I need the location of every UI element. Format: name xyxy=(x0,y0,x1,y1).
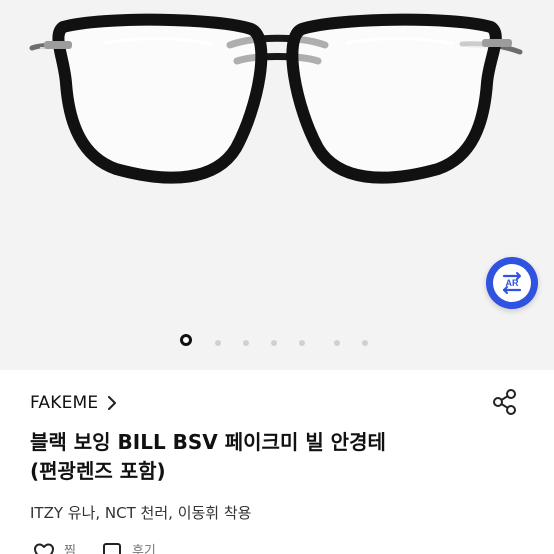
product-title-line-2: (편광렌즈 포함) xyxy=(30,459,166,483)
heart-icon xyxy=(34,543,54,554)
product-title-line-1: 블랙 보잉 BILL BSV 페이크미 빌 안경테 xyxy=(30,430,386,454)
svg-text:AR: AR xyxy=(506,278,519,288)
ar-view-icon: AR xyxy=(493,264,531,302)
like-button[interactable]: 찜 xyxy=(32,540,76,554)
share-button[interactable] xyxy=(490,387,520,417)
eyeglasses-image xyxy=(29,13,523,184)
brand-link[interactable]: FAKEME xyxy=(30,391,117,415)
gallery-pagination xyxy=(0,334,554,352)
pagination-dot[interactable] xyxy=(362,340,368,346)
product-worn-by: ITZY 유나, NCT 천러, 이동휘 착용 xyxy=(30,504,252,522)
share-icon xyxy=(493,389,516,415)
product-image-gallery[interactable]: AR xyxy=(0,0,554,370)
product-detail-page: AR FAKEME 블랙 보잉 BILL BSV 페이크미 빌 안경테 (편광렌… xyxy=(0,0,554,554)
pagination-dot[interactable] xyxy=(215,340,221,346)
like-label: 찜 xyxy=(64,544,76,554)
product-title: 블랙 보잉 BILL BSV 페이크미 빌 안경테 (편광렌즈 포함) xyxy=(30,428,530,486)
product-actions: 찜 후기 xyxy=(32,540,180,554)
chevron-right-icon xyxy=(108,396,117,410)
pagination-dot[interactable] xyxy=(299,340,305,346)
speech-bubble-icon xyxy=(102,543,121,554)
pagination-dot[interactable] xyxy=(271,340,277,346)
brand-name: FAKEME xyxy=(30,393,99,413)
review-button[interactable]: 후기 xyxy=(100,540,156,554)
pagination-dot-active[interactable] xyxy=(180,334,192,346)
pagination-dot[interactable] xyxy=(243,340,249,346)
review-label: 후기 xyxy=(131,544,156,554)
product-info: FAKEME 블랙 보잉 BILL BSV 페이크미 빌 안경테 (편광렌즈 포… xyxy=(0,370,554,554)
pagination-dot[interactable] xyxy=(334,340,340,346)
ar-view-button[interactable]: AR xyxy=(486,257,538,309)
